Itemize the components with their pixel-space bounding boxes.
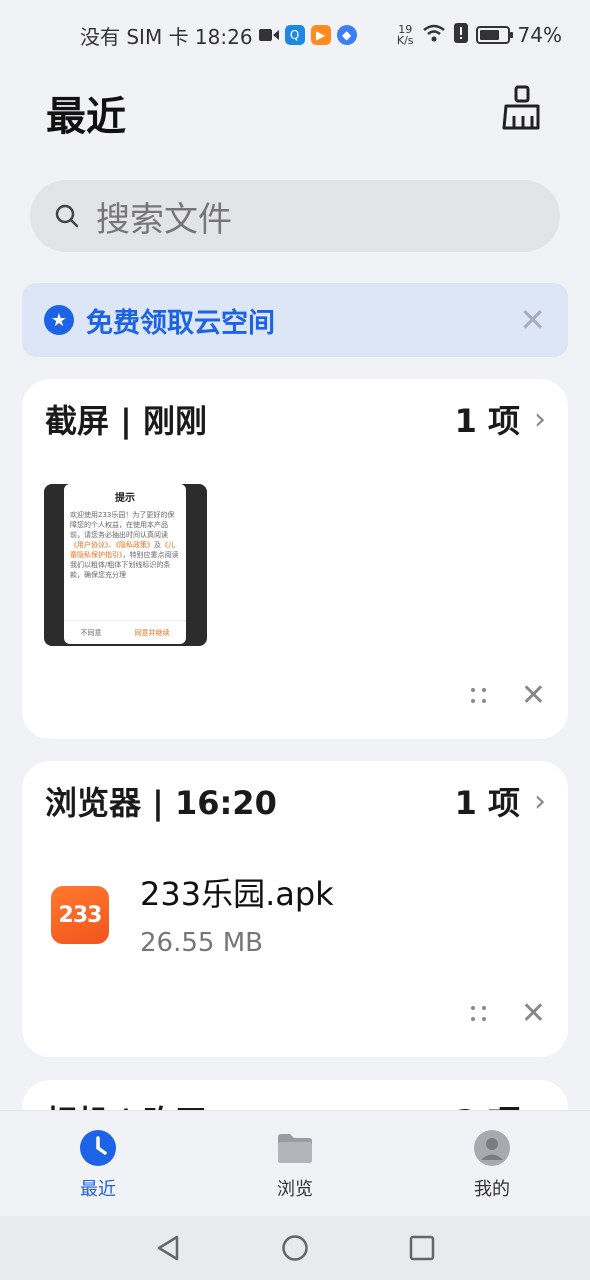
- nav-mine[interactable]: 我的: [452, 1111, 532, 1216]
- video-camera-icon: [258, 23, 279, 47]
- wifi-icon: [422, 23, 446, 47]
- star-icon: ★: [44, 305, 74, 335]
- screenshot-thumbnail[interactable]: 提示 欢迎使用233乐园！为了更好的保障您的个人权益，在使用本产品前，请您务必抽…: [44, 484, 207, 646]
- card-title: 浏览器 | 16:20: [45, 784, 277, 822]
- battery-icon: [475, 26, 513, 44]
- status-left: 没有 SIM 卡 18:26 Q ▶ ◆: [80, 21, 357, 50]
- thumbnail-buttons: 不同意 同意并继续: [64, 620, 186, 644]
- play-app-icon: ▶: [310, 25, 331, 45]
- battery-percent: 74%: [517, 23, 562, 47]
- status-bar: 没有 SIM 卡 18:26 Q ▶ ◆ 19 K/s 74%: [0, 0, 590, 70]
- close-icon[interactable]: ✕: [521, 999, 546, 1029]
- card-header[interactable]: 浏览器 | 16:20 1 项 ›: [45, 779, 546, 823]
- nav-browse[interactable]: 浏览: [255, 1111, 335, 1216]
- search-icon: [55, 204, 79, 228]
- card-count-label: 1 项: [454, 784, 520, 822]
- thumbnail-decline: 不同意: [80, 628, 102, 637]
- system-nav-bar: [0, 1216, 590, 1280]
- folder-icon: [278, 1134, 312, 1163]
- status-right: 19 K/s 74%: [397, 22, 562, 48]
- card-count[interactable]: 1 项 ›: [455, 778, 546, 824]
- net-speed: 19 K/s: [397, 24, 414, 46]
- nav-label: 我的: [474, 1179, 510, 1200]
- thumbnail-title: 提示: [115, 493, 135, 504]
- back-icon[interactable]: [155, 1234, 181, 1262]
- recents-icon[interactable]: [409, 1235, 435, 1261]
- browser-app-icon: ◆: [336, 25, 357, 45]
- broom-icon: [502, 85, 540, 130]
- browser-card: 浏览器 | 16:20 1 项 › 233 233乐园.apk 26.55 MB…: [22, 761, 568, 1057]
- card-count[interactable]: 1 项 ›: [455, 396, 546, 442]
- nav-label: 浏览: [277, 1179, 313, 1200]
- bottom-nav: 最近 浏览 我的: [0, 1110, 590, 1216]
- clean-button[interactable]: [500, 84, 544, 132]
- net-speed-unit: K/s: [396, 34, 414, 47]
- close-icon[interactable]: ✕: [519, 301, 546, 339]
- alert-icon: [453, 22, 468, 48]
- nav-recent[interactable]: 最近: [58, 1111, 138, 1216]
- carrier-time: 没有 SIM 卡 18:26: [80, 24, 253, 49]
- card-header[interactable]: 截屏 | 刚刚 1 项 ›: [45, 397, 546, 441]
- screenshot-card: 截屏 | 刚刚 1 项 › 提示 欢迎使用233乐园！为了更好的保障您的个人权益…: [22, 379, 568, 739]
- card-actions: ✕: [467, 681, 546, 711]
- drag-handle-icon[interactable]: [467, 1002, 491, 1026]
- card-count-label: 1 项: [454, 402, 520, 440]
- drag-handle-icon[interactable]: [467, 684, 491, 708]
- thumbnail-link: 《用户协议》、《隐私政策》: [70, 541, 154, 549]
- thumbnail-body: 欢迎使用233乐园！为了更好的保障您的个人权益，在使用本产品前，请您务必抽出时间…: [70, 510, 180, 580]
- close-icon[interactable]: ✕: [521, 681, 546, 711]
- clock-icon: [80, 1130, 116, 1166]
- nav-label: 最近: [80, 1179, 116, 1200]
- card-actions: ✕: [467, 999, 546, 1029]
- thumbnail-accept: 同意并继续: [134, 628, 170, 637]
- thumbnail-dialog: 提示 欢迎使用233乐园！为了更好的保障您的个人权益，在使用本产品前，请您务必抽…: [64, 484, 186, 644]
- card-title: 截屏 | 刚刚: [45, 402, 207, 440]
- cloud-space-banner[interactable]: ★ 免费领取云空间 ✕: [22, 283, 568, 357]
- search-bar[interactable]: 搜索文件: [30, 180, 560, 252]
- file-size: 26.55 MB: [140, 928, 263, 958]
- home-icon[interactable]: [281, 1234, 309, 1262]
- thumbnail-text: 欢迎使用233乐园！为了更好的保障您的个人权益，在使用本产品前，请您务必抽出时间…: [70, 511, 175, 539]
- chevron-right-icon: ›: [534, 783, 546, 819]
- promo-text[interactable]: 免费领取云空间: [86, 301, 519, 340]
- battery-fill: [479, 30, 499, 40]
- apk-app-icon[interactable]: 233: [51, 886, 109, 944]
- person-icon: [474, 1130, 510, 1166]
- chevron-right-icon: ›: [534, 401, 546, 437]
- thumbnail-text: 及: [154, 541, 161, 549]
- page-title: 最近: [46, 94, 126, 140]
- search-app-icon: Q: [284, 25, 305, 45]
- search-input[interactable]: 搜索文件: [96, 192, 232, 241]
- file-name[interactable]: 233乐园.apk: [140, 869, 334, 915]
